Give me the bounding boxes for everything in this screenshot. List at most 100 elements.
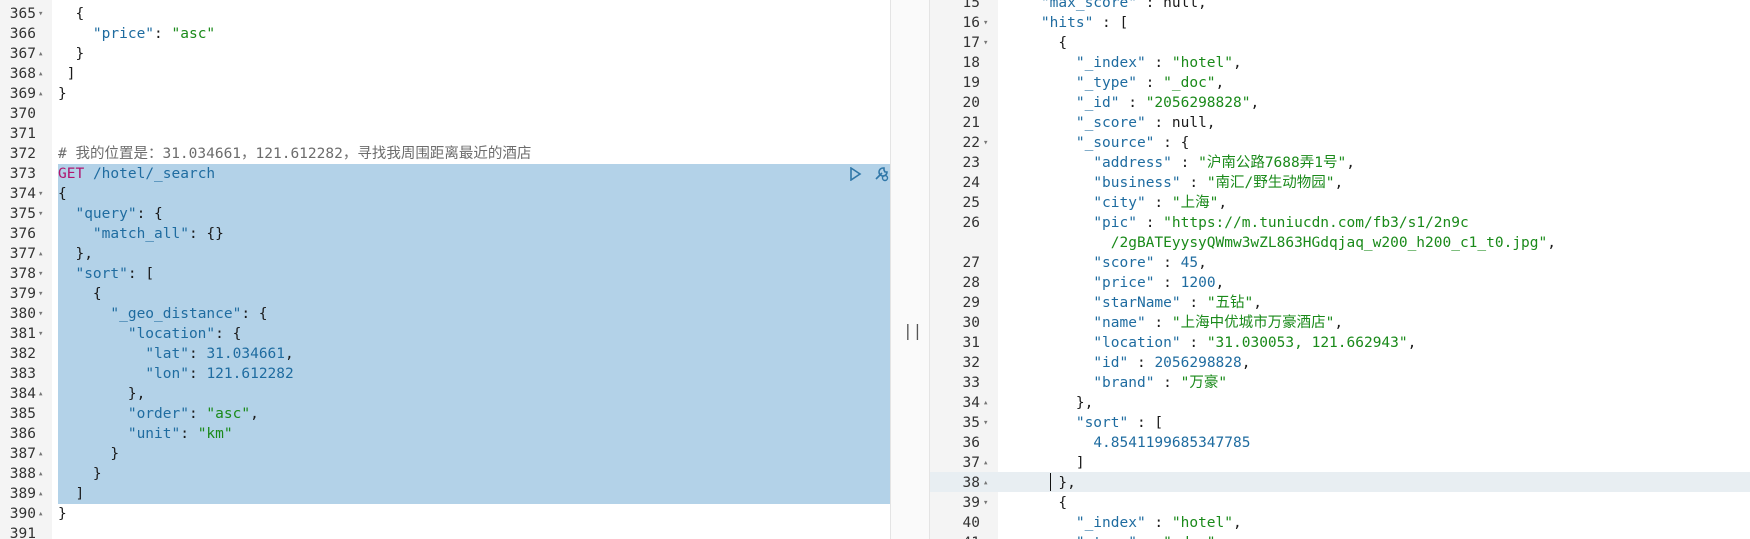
code-line[interactable]: 379 ▾ {: [0, 284, 890, 304]
fold-expand-icon[interactable]: ▴: [38, 484, 43, 504]
code-line[interactable]: 376 "match_all": {}: [0, 224, 890, 244]
fold-expand-icon[interactable]: ▴: [38, 244, 43, 264]
fold-expand-icon[interactable]: ▴: [983, 393, 988, 413]
code-line[interactable]: 366 "price": "asc": [0, 24, 890, 44]
fold-collapse-icon[interactable]: ▾: [38, 264, 43, 284]
code-line[interactable]: 26 "pic" : "https://m.tuniucdn.com/fb3/s…: [930, 213, 1750, 233]
fold-expand-icon[interactable]: ▴: [38, 84, 43, 104]
code-line[interactable]: 35 ▾ "sort" : [: [930, 413, 1750, 433]
fold-collapse-icon[interactable]: ▾: [38, 204, 43, 224]
code-text: "lat": 31.034661,: [145, 346, 294, 362]
code-line[interactable]: 37 ▴ ]: [930, 453, 1750, 473]
code-line[interactable]: 365 ▾ {: [0, 4, 890, 24]
fold-collapse-icon[interactable]: ▾: [38, 4, 43, 24]
code-line[interactable]: 25 "city" : "上海",: [930, 193, 1750, 213]
line-number: 389: [9, 486, 36, 502]
code-line[interactable]: 375 ▾ "query": {: [0, 204, 890, 224]
line-number: 369: [9, 86, 36, 102]
fold-collapse-icon[interactable]: ▾: [983, 413, 988, 433]
fold-expand-icon[interactable]: ▴: [38, 504, 43, 524]
code-line[interactable]: 36 4.8541199685347785: [930, 433, 1750, 453]
code-line[interactable]: 29 "starName" : "五钻",: [930, 293, 1750, 313]
code-line[interactable]: 19 "_type" : "_doc",: [930, 73, 1750, 93]
code-line[interactable]: 33 "brand" : "万豪": [930, 373, 1750, 393]
code-line[interactable]: 369 ▴}: [0, 84, 890, 104]
code-line[interactable]: 27 "score" : 45,: [930, 253, 1750, 273]
run-icon[interactable]: [846, 165, 864, 183]
code-text: "id" : 2056298828,: [1093, 355, 1251, 371]
code-line[interactable]: 378 ▾ "sort": [: [0, 264, 890, 284]
code-line[interactable]: 372 # 我的位置是：31.034661，121.612282，寻找我周围距离最…: [0, 144, 890, 164]
code-line[interactable]: /2gBATEyysyQWmw3wZL863HGdqjaq_w200_h200_…: [930, 233, 1750, 253]
code-line[interactable]: 41 "_type" : "_doc",: [930, 533, 1750, 539]
code-line[interactable]: 381 ▾ "location": {: [0, 324, 890, 344]
code-text: 4.8541199685347785: [1093, 435, 1251, 451]
fold-expand-icon[interactable]: ▴: [38, 464, 43, 484]
code-line[interactable]: 370: [0, 104, 890, 124]
line-number: 383: [9, 366, 36, 382]
code-line[interactable]: 22 ▾ "_source" : {: [930, 133, 1750, 153]
fold-collapse-icon[interactable]: ▾: [38, 284, 43, 304]
code-line[interactable]: 38 ▴ },: [930, 473, 1750, 493]
code-line[interactable]: 16 ▾ "hits" : [: [930, 13, 1750, 33]
code-line[interactable]: 388 ▴ }: [0, 464, 890, 484]
code-line[interactable]: 367 ▴ }: [0, 44, 890, 64]
code-line[interactable]: 385 "order": "asc",: [0, 404, 890, 424]
dev-tools-console: 365 ▾ {366 "price": "asc" 367 ▴ } 368 ▴ ] 369 ▴…: [0, 0, 1750, 539]
code-line[interactable]: 382 "lat": 31.034661,: [0, 344, 890, 364]
line-number: 23: [962, 155, 980, 171]
code-line[interactable]: 18 "_index" : "hotel",: [930, 53, 1750, 73]
code-line[interactable]: 374 ▾ {: [0, 184, 890, 204]
fold-collapse-icon[interactable]: ▾: [983, 133, 988, 153]
code-text: },: [1006, 475, 1076, 491]
code-line[interactable]: 390 ▴}: [0, 504, 890, 524]
code-line[interactable]: 28 "price" : 1200,: [930, 273, 1750, 293]
line-number: 37: [962, 455, 980, 471]
code-text: {: [58, 186, 67, 202]
code-line[interactable]: 386 "unit": "km": [0, 424, 890, 444]
code-line[interactable]: 389 ▴ ]: [0, 484, 890, 504]
code-line[interactable]: 23 "address" : "沪南公路7688弄1号",: [930, 153, 1750, 173]
code-line[interactable]: 24 "business" : "南汇/野生动物园",: [930, 173, 1750, 193]
code-line[interactable]: 391: [0, 524, 890, 539]
fold-expand-icon[interactable]: ▴: [38, 384, 43, 404]
response-viewer[interactable]: 15 "max_score" : null, 16 ▾ "hits" : [17 ▾ …: [930, 0, 1750, 539]
code-line[interactable]: 21 "_score" : null,: [930, 113, 1750, 133]
fold-expand-icon[interactable]: ▴: [983, 473, 988, 493]
code-line[interactable]: 368 ▴ ]: [0, 64, 890, 84]
code-text: "max_score" : null,: [1040, 0, 1207, 11]
line-number: 31: [962, 335, 980, 351]
fold-collapse-icon[interactable]: ▾: [38, 304, 43, 324]
fold-collapse-icon[interactable]: ▾: [38, 184, 43, 204]
code-line[interactable]: 17 ▾ {: [930, 33, 1750, 53]
fold-expand-icon[interactable]: ▴: [38, 444, 43, 464]
code-line[interactable]: 377 ▴ },: [0, 244, 890, 264]
fold-expand-icon[interactable]: ▴: [38, 64, 43, 84]
code-line[interactable]: 384 ▴ },: [0, 384, 890, 404]
fold-expand-icon[interactable]: ▴: [38, 44, 43, 64]
wrench-icon[interactable]: [872, 165, 890, 183]
code-line[interactable]: 31 "location" : "31.030053, 121.662943",: [930, 333, 1750, 353]
fold-collapse-icon[interactable]: ▾: [983, 493, 988, 513]
request-editor[interactable]: 365 ▾ {366 "price": "asc" 367 ▴ } 368 ▴ ] 369 ▴…: [0, 0, 890, 539]
code-line[interactable]: 371: [0, 124, 890, 144]
code-line[interactable]: 34 ▴ },: [930, 393, 1750, 413]
code-line[interactable]: 380 ▾ "_geo_distance": {: [0, 304, 890, 324]
fold-collapse-icon[interactable]: ▾: [983, 13, 988, 33]
fold-collapse-icon[interactable]: ▾: [38, 324, 43, 344]
code-line[interactable]: 387 ▴ }: [0, 444, 890, 464]
line-number: 15: [962, 0, 980, 11]
pane-resize-handle[interactable]: ||: [890, 0, 930, 539]
code-line[interactable]: 383 "lon": 121.612282: [0, 364, 890, 384]
code-line[interactable]: 373 GET /hotel/_search: [0, 164, 890, 184]
code-line[interactable]: 40 "_index" : "hotel",: [930, 513, 1750, 533]
line-number: 387: [9, 446, 36, 462]
code-line[interactable]: 20 "_id" : "2056298828",: [930, 93, 1750, 113]
fold-expand-icon[interactable]: ▴: [983, 453, 988, 473]
code-line[interactable]: 39 ▾ {: [930, 493, 1750, 513]
code-line[interactable]: 32 "id" : 2056298828,: [930, 353, 1750, 373]
code-text: }: [58, 46, 85, 62]
code-line[interactable]: 15 "max_score" : null,: [930, 0, 1750, 13]
fold-collapse-icon[interactable]: ▾: [983, 33, 988, 53]
code-line[interactable]: 30 "name" : "上海中优城市万豪酒店",: [930, 313, 1750, 333]
